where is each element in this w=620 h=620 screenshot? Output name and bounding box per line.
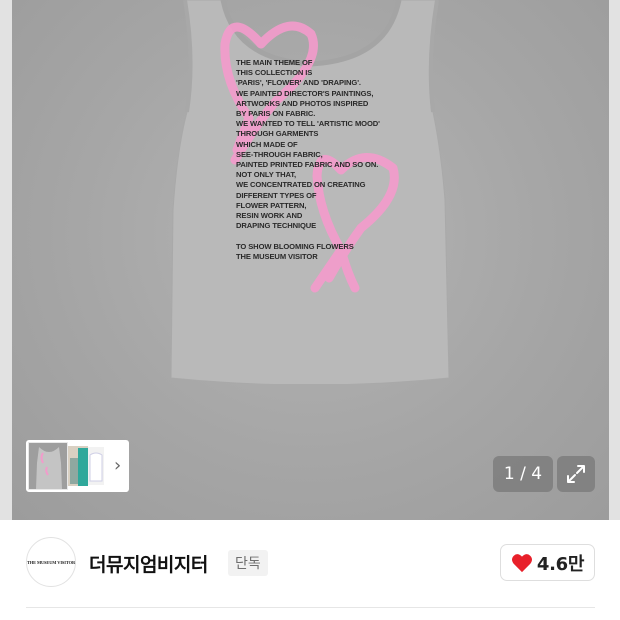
like-count: 4.6만	[536, 553, 585, 575]
thumbnails-next-icon[interactable]: ›	[114, 457, 121, 475]
heart-icon	[511, 553, 532, 572]
product-detail-page: THE MAIN THEME OF THIS COLLECTION IS 'PA…	[0, 0, 620, 620]
thumbnail-1-image	[29, 443, 67, 489]
thumbnail-3[interactable]	[88, 447, 104, 485]
thumbnail-3-image	[88, 447, 104, 485]
shirt-print-text: THE MAIN THEME OF THIS COLLECTION IS 'PA…	[236, 58, 380, 261]
thumbnail-strip[interactable]: ›	[26, 440, 129, 492]
expand-icon	[567, 465, 585, 483]
exclusive-badge: 단독	[228, 550, 268, 576]
like-button[interactable]: 4.6만	[500, 544, 595, 581]
image-counter: 1 / 4	[493, 456, 553, 492]
thumbnail-1[interactable]	[28, 442, 68, 490]
expand-button[interactable]	[557, 456, 595, 492]
brand-name[interactable]: 더뮤지엄비지터	[89, 550, 208, 577]
section-divider	[26, 607, 595, 608]
thumbnail-2[interactable]	[68, 446, 88, 486]
brand-row: THE MUSEUM VISITOR 더뮤지엄비지터 단독 4.6만	[0, 520, 620, 608]
thumbnail-2-image	[68, 446, 88, 486]
brand-logo[interactable]: THE MUSEUM VISITOR	[26, 537, 76, 587]
product-image[interactable]: THE MAIN THEME OF THIS COLLECTION IS 'PA…	[0, 0, 620, 520]
brand-logo-text: THE MUSEUM VISITOR	[26, 559, 76, 565]
